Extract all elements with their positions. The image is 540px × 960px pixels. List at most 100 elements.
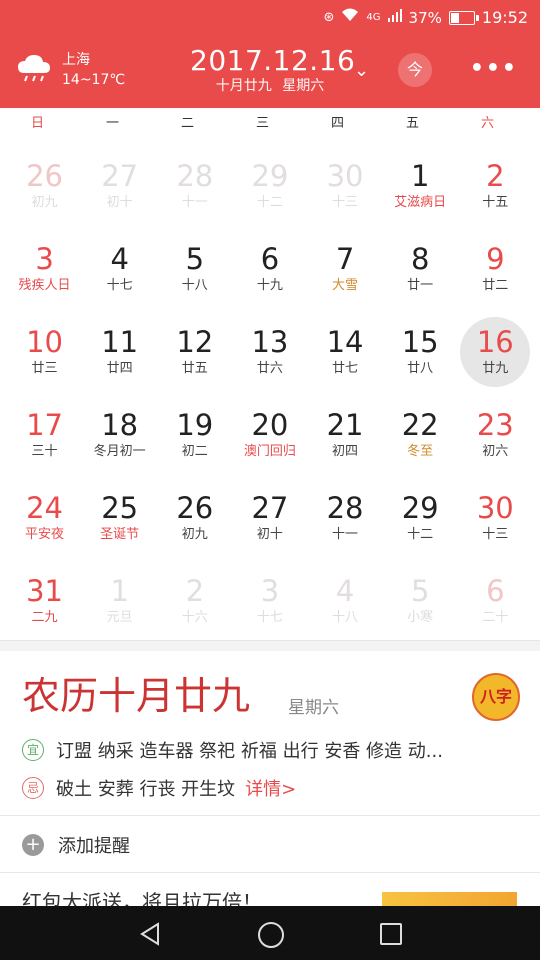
calendar-day[interactable]: 4 十八 <box>308 563 383 646</box>
calendar-day[interactable]: 25 圣诞节 <box>82 480 157 563</box>
calendar-day[interactable]: 5 十八 <box>157 231 232 314</box>
calendar-day[interactable]: 28 十一 <box>157 148 232 231</box>
calendar-day[interactable]: 5 小寒 <box>383 563 458 646</box>
calendar-day[interactable]: 10 廿三 <box>7 314 82 397</box>
back-icon[interactable] <box>139 922 161 950</box>
lunar-day: 冬至 <box>407 444 434 459</box>
today-button[interactable]: 今 <box>398 53 432 87</box>
calendar-day[interactable]: 24 平安夜 <box>7 480 82 563</box>
calendar-day[interactable]: 8 廿一 <box>383 231 458 314</box>
temperature: 14~17℃ <box>62 72 126 88</box>
lunar-day: 初四 <box>332 444 359 459</box>
calendar-day[interactable]: 9 廿二 <box>458 231 533 314</box>
details-link[interactable]: 详情> <box>245 775 296 801</box>
lunar-day: 廿一 <box>407 278 434 293</box>
calendar-day[interactable]: 17 三十 <box>7 397 82 480</box>
calendar-day[interactable]: 22 冬至 <box>383 397 458 480</box>
lunar-day: 三十 <box>31 444 58 459</box>
calendar-day-selected[interactable]: 16 廿九 <box>458 314 533 397</box>
calendar-day[interactable]: 18 冬月初一 <box>82 397 157 480</box>
calendar-day[interactable]: 20 澳门回归 <box>232 397 307 480</box>
calendar-day[interactable]: 23 初六 <box>458 397 533 480</box>
lunar-day: 十二 <box>407 527 434 542</box>
calendar-day[interactable]: 3 残疾人日 <box>7 231 82 314</box>
lunar-day: 十一 <box>332 527 359 542</box>
calendar-day[interactable]: 29 十二 <box>383 480 458 563</box>
calendar-day[interactable]: 27 初十 <box>232 480 307 563</box>
lunar-day: 廿五 <box>181 361 208 376</box>
calendar-day[interactable]: 6 二十 <box>458 563 533 646</box>
lunar-day: 初十 <box>106 195 133 210</box>
recent-apps-icon[interactable] <box>380 923 402 945</box>
calendar-day[interactable]: 30 十三 <box>308 148 383 231</box>
add-reminder-button[interactable]: + 添加提醒 <box>22 832 130 858</box>
day-number: 28 <box>176 159 214 193</box>
home-icon[interactable] <box>258 922 284 948</box>
bazi-button[interactable]: 八字 <box>472 673 520 721</box>
calendar-day[interactable]: 2 十六 <box>157 563 232 646</box>
calendar-week-row: 10 廿三 11 廿四 12 廿五 13 廿六 14 廿七 15 廿八 16 廿九 <box>7 314 533 397</box>
lunar-day: 圣诞节 <box>100 527 140 542</box>
calendar-day[interactable]: 26 初九 <box>157 480 232 563</box>
calendar-day[interactable]: 15 廿八 <box>383 314 458 397</box>
day-number: 1 <box>410 159 430 193</box>
lunar-day: 十一 <box>181 195 208 210</box>
lunar-day: 残疾人日 <box>18 278 71 293</box>
day-number: 19 <box>176 408 214 442</box>
chevron-down-icon[interactable]: ⌄ <box>354 60 369 81</box>
lunar-day: 初六 <box>482 444 509 459</box>
calendar-day[interactable]: 1 艾滋病日 <box>383 148 458 231</box>
system-nav-bar <box>0 906 540 960</box>
calendar-day[interactable]: 29 十二 <box>232 148 307 231</box>
lunar-day: 十五 <box>482 195 509 210</box>
calendar-day[interactable]: 6 十九 <box>232 231 307 314</box>
day-number: 12 <box>176 325 214 359</box>
calendar-day[interactable]: 7 大雪 <box>308 231 383 314</box>
calendar-day[interactable]: 31 二九 <box>7 563 82 646</box>
day-number: 28 <box>326 491 364 525</box>
calendar-week-row: 3 残疾人日 4 十七 5 十八 6 十九 7 大雪 8 廿一 9 廿二 <box>7 231 533 314</box>
day-number: 3 <box>35 242 54 276</box>
day-number: 31 <box>26 574 64 608</box>
plus-icon: + <box>22 834 44 856</box>
day-number: 6 <box>260 242 280 276</box>
calendar-header: 上海 14~17℃ 2017.12.16 十月廿九 星期六 ⌄ 今 ••• <box>0 36 540 108</box>
day-number: 26 <box>176 491 214 525</box>
calendar-day[interactable]: 19 初二 <box>157 397 232 480</box>
lunar-date: 十月廿九 <box>215 78 272 94</box>
lunar-day: 廿二 <box>482 278 509 293</box>
separator <box>0 872 540 873</box>
calendar-day[interactable]: 1 元旦 <box>82 563 157 646</box>
current-date: 2017.12.16 <box>190 44 356 77</box>
lunar-day: 廿六 <box>256 361 283 376</box>
calendar-day[interactable]: 27 初十 <box>82 148 157 231</box>
calendar-day[interactable]: 26 初九 <box>7 148 82 231</box>
lunar-day: 元旦 <box>106 610 133 625</box>
calendar-day[interactable]: 13 廿六 <box>232 314 307 397</box>
weather-widget[interactable]: 上海 14~17℃ <box>16 50 125 90</box>
calendar-day[interactable]: 21 初四 <box>308 397 383 480</box>
day-number: 24 <box>26 491 64 525</box>
lunar-subtitle: 十月廿九 星期六 <box>190 76 350 96</box>
calendar-day[interactable]: 4 十七 <box>82 231 157 314</box>
calendar-day[interactable]: 3 十七 <box>232 563 307 646</box>
ji-row[interactable]: 忌 破土 安葬 行丧 开生坟 详情> <box>22 775 296 801</box>
more-options-button[interactable]: ••• <box>470 56 518 81</box>
calendar-day[interactable]: 30 十三 <box>458 480 533 563</box>
calendar-day[interactable]: 12 廿五 <box>157 314 232 397</box>
lunar-day: 平安夜 <box>25 527 65 542</box>
yi-row[interactable]: 宜 订盟 纳采 造车器 祭祀 祈福 出行 安香 修造 动... <box>22 737 443 763</box>
day-number: 27 <box>251 491 289 525</box>
calendar-day[interactable]: 28 十一 <box>308 480 383 563</box>
calendar-day[interactable]: 2 十五 <box>458 148 533 231</box>
day-number: 14 <box>326 325 364 359</box>
day-number: 15 <box>401 325 439 359</box>
day-number: 10 <box>26 325 64 359</box>
day-number: 30 <box>326 159 364 193</box>
promo-banner[interactable]: 红包大派送，将且拉万倍！ <box>0 876 540 906</box>
calendar-day[interactable]: 11 廿四 <box>82 314 157 397</box>
day-number: 25 <box>101 491 139 525</box>
calendar-day[interactable]: 14 廿七 <box>308 314 383 397</box>
lunar-day: 廿三 <box>31 361 58 376</box>
date-selector[interactable]: 2017.12.16 十月廿九 星期六 <box>190 44 356 96</box>
